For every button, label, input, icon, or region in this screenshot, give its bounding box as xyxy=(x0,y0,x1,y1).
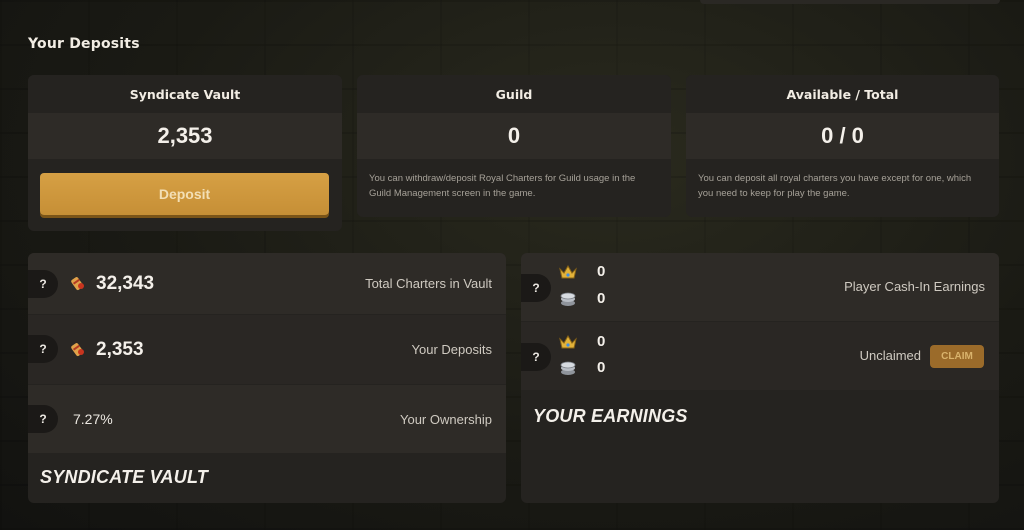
total-charters-value: 32,343 xyxy=(96,272,155,294)
panel-title: SYNDICATE VAULT xyxy=(40,467,208,487)
cashin-label: Player Cash-In Earnings xyxy=(844,279,985,294)
help-button[interactable]: ? xyxy=(28,405,58,433)
vault-row-ownership: ? 7.27% Your Ownership xyxy=(28,385,506,453)
card-note: You can deposit all royal charters you h… xyxy=(698,173,972,199)
help-button[interactable]: ? xyxy=(521,343,551,371)
card-value: 0 xyxy=(357,113,671,159)
available-total-card: Available / Total 0 / 0 You can deposit … xyxy=(686,75,999,217)
your-earnings-panel: ? 0 0 Player Cash-In Earnings ? 0 0 Uncl… xyxy=(521,253,999,503)
help-button[interactable]: ? xyxy=(521,274,551,302)
vault-row-total: ? 32,343 Total Charters in Vault xyxy=(28,253,506,314)
deposit-button[interactable]: Deposit xyxy=(40,173,329,215)
help-button[interactable]: ? xyxy=(28,335,58,363)
charter-icon xyxy=(71,343,84,356)
help-button[interactable]: ? xyxy=(28,270,58,298)
top-bar-edge xyxy=(700,0,1000,4)
card-value: 2,353 xyxy=(28,113,342,159)
card-value: 0 / 0 xyxy=(686,113,999,159)
crown-icon xyxy=(559,334,577,349)
syndicate-vault-panel: ? 32,343 Total Charters in Vault ? 2,353… xyxy=(28,253,506,503)
earnings-row-cashin: ? 0 0 Player Cash-In Earnings xyxy=(521,253,999,321)
crown-value: 0 xyxy=(597,333,606,350)
section-title: Your Deposits xyxy=(28,36,140,52)
ownership-label: Your Ownership xyxy=(399,411,492,427)
vault-row-deposits: ? 2,353 Your Deposits xyxy=(28,315,506,384)
ownership-value: 7.27% xyxy=(73,411,113,427)
card-title: Available / Total xyxy=(686,75,999,113)
coin-icon xyxy=(560,292,576,306)
syndicate-vault-card: Syndicate Vault 2,353 Deposit xyxy=(28,75,342,231)
charter-icon xyxy=(71,277,84,290)
crown-icon xyxy=(559,264,577,279)
claim-button[interactable]: CLAIM xyxy=(930,345,984,368)
guild-card: Guild 0 You can withdraw/deposit Royal C… xyxy=(357,75,671,217)
coin-icon xyxy=(560,361,576,375)
panel-title: YOUR EARNINGS xyxy=(533,406,688,426)
card-note: You can withdraw/deposit Royal Charters … xyxy=(369,173,636,199)
crown-value: 0 xyxy=(597,263,606,280)
card-title: Syndicate Vault xyxy=(28,75,342,113)
unclaimed-label: Unclaimed xyxy=(859,348,921,363)
coin-value: 0 xyxy=(597,290,606,307)
your-deposits-label: Your Deposits xyxy=(411,342,492,357)
coin-value: 0 xyxy=(597,359,606,376)
earnings-row-unclaimed: ? 0 0 Unclaimed CLAIM xyxy=(521,322,999,390)
card-title: Guild xyxy=(357,75,671,113)
your-deposits-value: 2,353 xyxy=(96,338,144,360)
total-charters-label: Total Charters in Vault xyxy=(365,276,492,291)
